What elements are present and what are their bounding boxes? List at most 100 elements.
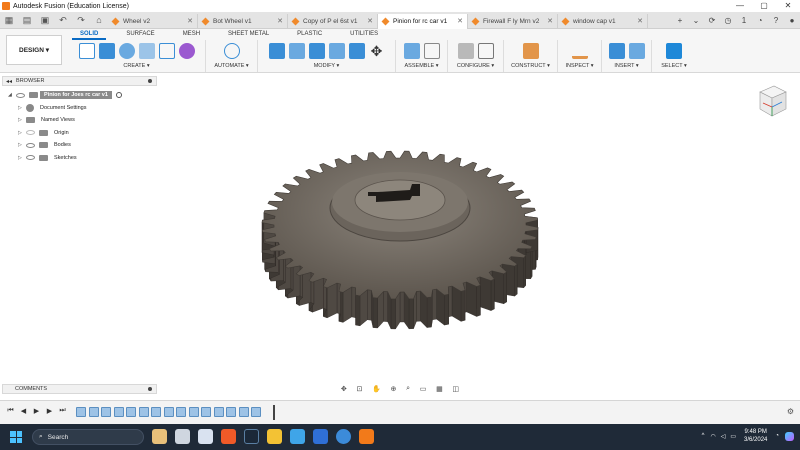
extrude-icon[interactable] [98, 43, 115, 59]
undo-icon[interactable]: ↶ [56, 13, 70, 27]
pattern-icon[interactable] [158, 43, 175, 59]
timeline-marker[interactable] [273, 405, 275, 420]
visibility-eye-icon[interactable] [26, 142, 35, 148]
measure-icon[interactable] [571, 43, 588, 59]
timeline-feature[interactable] [138, 407, 149, 417]
construct-menu[interactable]: CONSTRUCT ▾ [511, 63, 550, 69]
timeline-feature[interactable] [251, 407, 261, 417]
close-tab-icon[interactable]: ✕ [277, 17, 283, 25]
offset-plane-icon[interactable] [522, 43, 539, 59]
expand-arrow-icon[interactable]: ▷ [18, 105, 26, 111]
battery-icon[interactable]: ▭ [730, 433, 736, 440]
doc-tab-bot-wheel[interactable]: Bot Wheel v1 ✕ [198, 13, 288, 29]
browser-options-icon[interactable] [148, 79, 152, 83]
workspace-switcher-button[interactable]: DESIGN ▾ [6, 35, 62, 65]
timeline-settings-icon[interactable]: ⚙ [787, 407, 794, 416]
notifications-icon[interactable]: ◔ [752, 16, 768, 25]
doc-tab-copy[interactable]: Copy of P el 6st v1 ✕ [288, 13, 378, 29]
hole-icon[interactable] [138, 43, 155, 59]
comments-options-icon[interactable] [148, 387, 152, 391]
expand-arrow-icon[interactable]: ◢ [8, 92, 16, 98]
tree-item-named-views[interactable]: ▷ Named Views [8, 114, 158, 127]
notification-bell-icon[interactable]: ◔ [775, 433, 779, 439]
fusion-taskbar-icon[interactable] [359, 429, 374, 444]
wifi-icon[interactable]: ◠ [710, 433, 715, 440]
configure-icon[interactable] [457, 43, 474, 59]
expand-arrow-icon[interactable]: ▷ [18, 117, 26, 123]
look-at-icon[interactable]: ⊡ [356, 385, 362, 393]
timeline-feature[interactable] [126, 407, 136, 417]
timeline-feature[interactable] [88, 407, 99, 417]
save-icon[interactable]: ▣ [38, 13, 52, 27]
new-tab-icon[interactable]: + [672, 16, 688, 25]
fillet-icon[interactable] [288, 43, 305, 59]
timeline-feature[interactable] [163, 407, 174, 417]
weather-app-icon[interactable] [198, 429, 213, 444]
app-grid-icon[interactable]: ▦ [2, 13, 16, 27]
taskbar-search[interactable]: ⌕ Search [32, 429, 144, 445]
profile-icon[interactable]: ● [784, 16, 800, 25]
new-component-icon[interactable] [403, 43, 420, 59]
overflow-icon[interactable]: ⌄ [688, 16, 704, 25]
chrome-alt-icon[interactable] [313, 429, 328, 444]
job-status-icon[interactable]: ◷ [720, 16, 736, 25]
step-back-icon[interactable]: ◀ [17, 407, 30, 415]
expand-arrow-icon[interactable]: ▷ [18, 130, 26, 136]
volume-icon[interactable]: ◁ [721, 433, 726, 440]
select-menu[interactable]: SELECT ▾ [661, 63, 687, 69]
doc-tab-wheel[interactable]: Wheel v2 ✕ [108, 13, 198, 29]
close-tab-icon[interactable]: ✕ [187, 17, 193, 25]
timeline-feature[interactable] [188, 407, 199, 417]
file-menu-icon[interactable]: ▤ [20, 13, 34, 27]
maximize-button[interactable]: ▢ [752, 0, 776, 12]
extensions-icon[interactable]: ⟳ [704, 16, 720, 25]
timeline-feature[interactable] [151, 407, 161, 417]
visibility-eye-icon[interactable] [26, 155, 35, 161]
expand-arrow-icon[interactable]: ▷ [18, 155, 26, 161]
calendar-icon[interactable] [290, 429, 305, 444]
doc-tab-window-cap[interactable]: window cap v1 ✕ [558, 13, 648, 29]
form-icon[interactable] [178, 43, 195, 59]
visibility-eye-icon[interactable] [16, 92, 25, 98]
insert-image-icon[interactable] [628, 43, 645, 59]
timeline-feature[interactable] [201, 407, 211, 417]
close-button[interactable]: ✕ [776, 0, 800, 12]
joint-icon[interactable] [423, 43, 440, 59]
pan-icon[interactable]: ✋ [372, 385, 381, 393]
timeline-feature[interactable] [101, 407, 111, 417]
viewports-icon[interactable]: ◫ [452, 385, 459, 393]
copilot-icon[interactable] [785, 431, 794, 441]
timeline-feature[interactable] [76, 407, 86, 417]
zoom-icon[interactable]: ⊕ [390, 385, 396, 393]
shell-icon[interactable] [328, 43, 345, 59]
minimize-button[interactable]: — [728, 0, 752, 12]
steam-icon[interactable] [244, 429, 259, 444]
insert-derive-icon[interactable] [608, 43, 625, 59]
combine-icon[interactable] [348, 43, 365, 59]
press-pull-icon[interactable] [268, 43, 285, 59]
browser-panel-header[interactable]: ◂◂ BROWSER [2, 76, 157, 86]
tab-sheet-metal[interactable]: SHEET METAL [220, 30, 277, 40]
play-icon[interactable]: ▶ [30, 407, 43, 415]
doc-tab-firewall[interactable]: Firewall F ly Mrn v2 ✕ [468, 13, 558, 29]
comments-panel[interactable]: COMMENTS [2, 384, 157, 394]
insert-menu[interactable]: INSERT ▾ [614, 63, 638, 69]
timeline-feature[interactable] [238, 407, 249, 417]
configure-menu[interactable]: CONFIGURE ▾ [457, 63, 494, 69]
close-tab-icon[interactable]: ✕ [637, 17, 643, 25]
timeline-feature[interactable] [176, 407, 186, 417]
go-to-end-icon[interactable]: ⏭ [56, 407, 69, 415]
visibility-eye-icon[interactable] [26, 130, 35, 136]
windows-start-icon[interactable] [10, 431, 22, 443]
inspect-menu[interactable]: INSPECT ▾ [565, 63, 593, 69]
timeline-feature[interactable] [113, 407, 124, 417]
browser-icon[interactable] [336, 429, 351, 444]
timeline-feature[interactable] [213, 407, 224, 417]
grid-settings-icon[interactable]: ▦ [436, 385, 443, 393]
tab-plastic[interactable]: PLASTIC [289, 30, 330, 40]
clock[interactable]: 9:48 PM 3/6/2024 [744, 428, 767, 444]
modify-menu[interactable]: MODIFY ▾ [314, 63, 340, 69]
orbit-icon[interactable]: ✥ [341, 385, 347, 393]
tab-mesh[interactable]: MESH [175, 30, 208, 40]
automate-menu[interactable]: AUTOMATE ▾ [214, 63, 248, 69]
